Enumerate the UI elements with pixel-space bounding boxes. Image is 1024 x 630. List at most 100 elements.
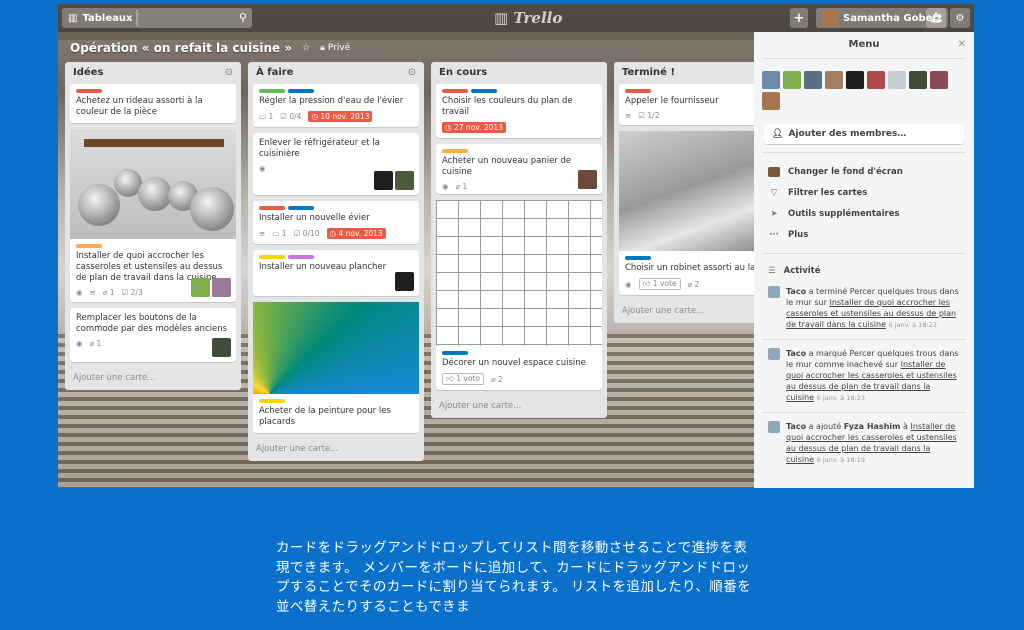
avatar[interactable] [191,278,210,297]
label-green [259,89,285,93]
logo-text: Trello [513,9,563,27]
card-title: Enlever le réfrigérateur et la cuisinièr… [259,138,380,159]
checklist-badge: ☑ 0/10 [293,229,320,238]
avatar[interactable] [846,71,864,89]
settings-button[interactable]: ⚙ [950,8,970,28]
avatar[interactable] [768,286,780,298]
menu-item-label: Plus [788,229,809,240]
boards-button[interactable]: ▥ Tableaux [62,8,139,28]
avatar[interactable] [768,421,780,433]
card[interactable]: Achetez un rideau assorti à la couleur d… [70,84,236,123]
board-menu-sidebar: Menu ✕ 👤︎ Ajouter des membres… Changer le … [754,32,974,488]
list-title[interactable]: Terminé ! [622,67,675,79]
close-icon[interactable]: ✕ [958,32,966,58]
card[interactable]: Enlever le réfrigérateur et la cuisinièr… [253,133,419,195]
avatar[interactable] [212,278,231,297]
add-card-link[interactable]: Ajouter une carte... [65,368,241,390]
label-blue [471,89,497,93]
card[interactable]: Installer un nouveau plancher [253,250,419,296]
avatar[interactable] [212,338,231,357]
vote-badge[interactable]: 👍︎ 1 vote [638,278,681,290]
list-menu-icon[interactable]: ⊙ [225,67,233,79]
card[interactable]: Régler la pression d'eau de l'évier ▭ 1 … [253,84,419,127]
activity-user[interactable]: Fyza Hashim [844,422,901,431]
add-members-button[interactable]: 👤︎ Ajouter des membres… [764,124,964,144]
card-members [191,278,231,297]
card[interactable]: Décorer un nouvel espace cuisine 👍︎ 1 vo… [436,200,602,390]
label-blue [442,351,468,355]
menu-item-more[interactable]: ··· Plus [754,224,974,245]
menu-item-change-background[interactable]: Changer le fond d'écran [754,161,974,182]
checklist-badge: ☑ 2/3 [121,288,143,297]
activity-item: Taco a marqué Percer quelques trous dans… [754,342,974,410]
watch-icon: ◉ [76,339,83,348]
list-en-cours[interactable]: En cours Choisir les couleurs du plan de… [431,62,607,418]
menu-item-filter-cards[interactable]: ▽ Filtrer les cartes [754,182,974,203]
add-button[interactable]: + [790,8,808,28]
watch-icon: ◉ [442,182,449,191]
checklist-badge: ☑ 0/4 [280,112,302,121]
avatar[interactable] [578,170,597,189]
card[interactable]: Installer de quoi accrocher les casserol… [70,129,236,302]
card[interactable]: Installer un nouvelle évier ≡ ▭ 1 ☑ 0/10… [253,201,419,244]
search-input[interactable]: ⚲ [136,8,252,28]
avatar[interactable] [825,71,843,89]
card-title: Acheter de la peinture pour les placards [259,406,391,427]
watch-icon: ◉ [625,279,632,289]
activity-title: Activité [783,266,821,276]
avatar[interactable] [783,71,801,89]
avatar[interactable] [762,71,780,89]
more-icon: ··· [769,229,779,240]
list-title[interactable]: À faire [256,67,293,79]
card[interactable]: Acheter un nouveau panier de cuisine ◉ ⌀… [436,144,602,194]
board-title[interactable]: Opération « on refait la cuisine » [70,41,292,55]
avatar[interactable] [909,71,927,89]
activity-user[interactable]: Taco [786,349,806,358]
card[interactable]: Acheter de la peinture pour les placards [253,302,419,433]
trello-logo[interactable]: ▥ Trello [494,9,562,27]
label-blue [625,256,651,260]
list-title[interactable]: En cours [439,67,487,79]
star-icon[interactable]: ☆ [302,43,310,53]
menu-title: Menu [848,39,880,50]
notifications-button[interactable]: 🔔︎ [926,8,946,28]
lock-icon: 🔒︎ [320,43,325,53]
description-icon: ≡ [89,288,96,297]
avatar[interactable] [804,71,822,89]
watch-icon: ◉ [259,164,266,173]
activity-user[interactable]: Taco [786,422,806,431]
list-idees[interactable]: Idées ⊙ Achetez un rideau assorti à la co… [65,62,241,390]
comments-badge: ▭ 1 [259,112,274,121]
avatar[interactable] [395,272,414,291]
card-cover-image [253,302,419,394]
avatar[interactable] [374,171,393,190]
privacy-button[interactable]: 🔒︎ Privé [320,43,350,53]
add-card-link[interactable]: Ajouter une carte... [431,396,607,418]
avatar[interactable] [888,71,906,89]
card[interactable]: Remplacer les boutons de la commode par … [70,308,236,362]
menu-item-power-ups[interactable]: ➤ Outils supplémentaires [754,203,974,224]
logo-mark-icon: ▥ [494,9,509,27]
avatar[interactable] [768,348,780,360]
vote-badge[interactable]: 👍︎ 1 voto [442,373,484,385]
activity-item: Taco a terminé Percer quelques trous dan… [754,280,974,337]
activity-time: 6 janv. à 18:23 [816,394,865,402]
list-a-faire[interactable]: À faire ⊙ Régler la pression d'eau de l'é… [248,62,424,461]
activity-time: 6 janv. à 18:19 [816,456,865,464]
description-icon: ≡ [259,229,266,238]
label-blue [288,89,314,93]
avatar[interactable] [867,71,885,89]
search-icon: ⚲ [238,11,247,24]
boards-label: Tableaux [82,12,133,24]
add-card-link[interactable]: Ajouter une carte... [248,439,424,461]
avatar[interactable] [762,92,780,110]
list-title[interactable]: Idées [73,67,103,79]
menu-item-label: Changer le fond d'écran [788,166,903,177]
bell-icon: 🔔︎ [929,12,943,24]
avatar[interactable] [395,171,414,190]
description-icon: ≡ [625,111,632,120]
card[interactable]: Choisir les couleurs du plan de travail … [436,84,602,138]
activity-user[interactable]: Taco [786,287,806,296]
list-menu-icon[interactable]: ⊙ [408,67,416,79]
avatar[interactable] [930,71,948,89]
